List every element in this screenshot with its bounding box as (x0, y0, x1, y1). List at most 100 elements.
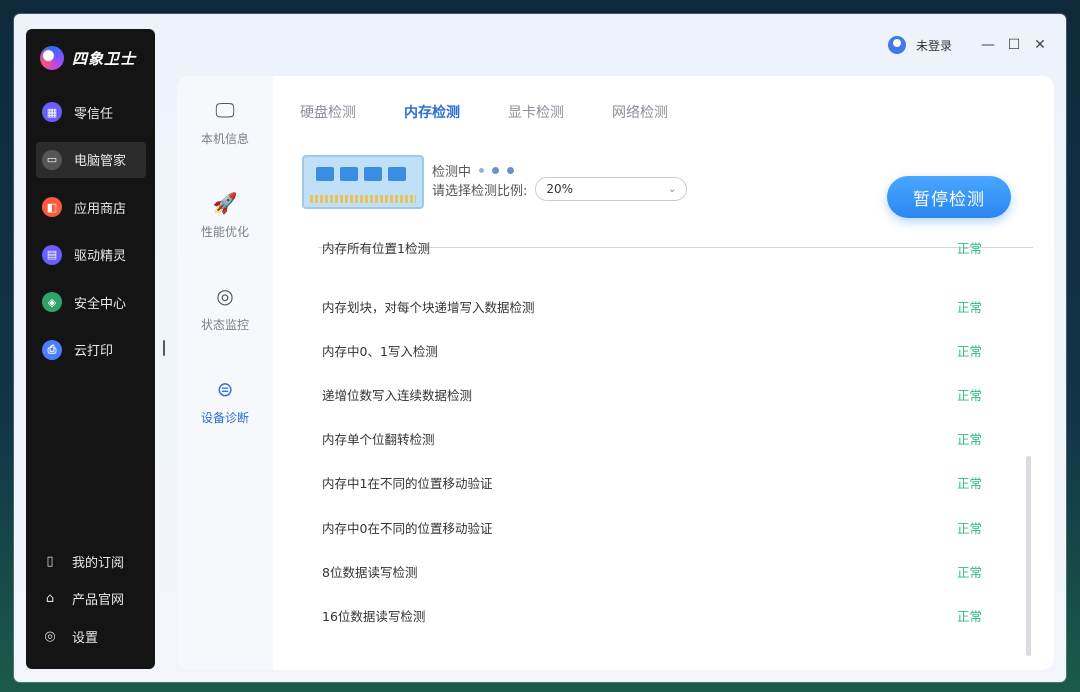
chevron-down-icon: ⌄ (668, 183, 677, 195)
result-name: 内存中1在不同的位置移动验证 (322, 476, 493, 492)
pause-detect-button[interactable]: 暂停检测 (887, 176, 1011, 218)
list-item: 内存中0在不同的位置移动验证 正常 (322, 505, 982, 549)
store-icon: ◧ (42, 197, 62, 217)
title-bar: 未登录 — ☐ ✕ (887, 36, 1048, 54)
list-item: 16位数据读写检测 正常 (322, 593, 982, 637)
logo-icon (40, 46, 64, 70)
result-list: 内存所有位置1检测 正常 内存划块，对每个块递增写入数据检测 正常 内存中0、1… (322, 241, 982, 638)
sidebar: 四象卫士 ▦ 零信任 ▭ 电脑管家 ◧ 应用商店 ▤ 驱动精灵 ◈ 安全中心 ⎙… (26, 29, 155, 669)
ram-chip (388, 167, 406, 181)
app-name: 四象卫士 (72, 49, 137, 68)
ratio-label: 请选择检测比例: (432, 183, 528, 199)
tab-disk[interactable]: 硬盘检测 (300, 102, 356, 122)
subnav-item-diagnose[interactable]: ⊜ 设备诊断 (177, 377, 273, 426)
result-status: 正常 (956, 387, 982, 403)
subscription-label: 我的订阅 (72, 555, 125, 571)
subnav-label: 设备诊断 (200, 411, 249, 425)
loading-dot (492, 167, 500, 174)
subnav-label: 本机信息 (200, 132, 249, 146)
tab-memory[interactable]: 内存检测 (404, 102, 460, 122)
sidebar-splitter[interactable] (163, 340, 165, 356)
list-item: 8位数据读写检测 正常 (322, 549, 982, 593)
monitor-circle-icon: ◎ (216, 284, 234, 308)
sidebar-item-label: 安全中心 (74, 296, 127, 312)
bottom-nav: ▯ 我的订阅 ⌂ 产品官网 ◎ 设置 (42, 543, 124, 656)
result-status: 正常 (956, 343, 982, 359)
result-name: 内存所有位置1检测 (322, 241, 430, 256)
settings-link[interactable]: ◎ 设置 (42, 618, 124, 656)
sidebar-item-label: 应用商店 (74, 201, 127, 217)
result-status: 正常 (956, 299, 982, 315)
printer-icon: ⎙ (42, 339, 62, 360)
sidebar-item-zero-trust[interactable]: ▦ 零信任 (36, 94, 146, 130)
subnav-item-performance[interactable]: 🚀 性能优化 (177, 191, 273, 240)
result-name: 内存划块，对每个块递增写入数据检测 (322, 299, 535, 315)
result-status: 正常 (956, 564, 982, 580)
list-item: 内存划块，对每个块递增写入数据检测 正常 (322, 284, 982, 328)
tab-gpu[interactable]: 显卡检测 (508, 102, 564, 122)
app-logo: 四象卫士 (40, 46, 136, 70)
ram-chip (340, 167, 358, 181)
subnav-label: 状态监控 (200, 318, 249, 332)
close-icon[interactable]: ✕ (1032, 37, 1048, 53)
result-status: 正常 (956, 241, 982, 256)
list-item: 内存中1在不同的位置移动验证 正常 (322, 461, 982, 505)
list-item: 内存所有位置1检测 正常 (322, 240, 982, 257)
monitor-icon: ▭ (42, 149, 62, 170)
website-label: 产品官网 (72, 593, 125, 609)
grid-icon: ▦ (42, 102, 62, 122)
list-scrollbar[interactable] (1026, 456, 1031, 656)
avatar[interactable] (887, 36, 906, 54)
ram-chip (364, 167, 382, 181)
subnav-item-device-info[interactable]: 🖵 本机信息 (177, 98, 273, 147)
minimize-icon[interactable]: — (980, 37, 996, 53)
ram-chip (316, 167, 334, 181)
ratio-select[interactable]: 20% ⌄ (535, 177, 688, 201)
book-icon: ▯ (46, 553, 54, 569)
sidebar-item-label: 驱动精灵 (74, 249, 127, 264)
rocket-icon: 🚀 (212, 191, 238, 215)
login-status[interactable]: 未登录 (916, 37, 952, 54)
driver-icon: ▤ (42, 244, 62, 265)
gear-icon: ◎ (44, 628, 56, 644)
result-status: 正常 (956, 432, 982, 448)
list-item: 递增位数写入连续数据检测 正常 (322, 372, 982, 416)
sub-nav: 🖵 本机信息 🚀 性能优化 ◎ 状态监控 ⊜ 设备诊断 (177, 76, 273, 670)
result-status: 正常 (956, 476, 982, 492)
list-item: 内存中0、1写入检测 正常 (322, 328, 982, 372)
maximize-icon[interactable]: ☐ (1006, 37, 1022, 53)
sidebar-item-app-store[interactable]: ◧ 应用商店 (36, 189, 146, 225)
result-status: 正常 (956, 520, 982, 536)
sidebar-item-driver[interactable]: ▤ 驱动精灵 (36, 237, 146, 273)
ram-illustration (302, 155, 424, 209)
result-name: 16位数据读写检测 (322, 608, 426, 624)
sidebar-item-pc-manager[interactable]: ▭ 电脑管家 (36, 141, 146, 178)
ratio-value: 20% (546, 182, 574, 196)
ram-pins (310, 195, 416, 203)
settings-label: 设置 (72, 630, 99, 646)
detect-tabs: 硬盘检测 内存检测 显卡检测 网络检测 (300, 102, 668, 122)
home-icon: ⌂ (45, 591, 55, 607)
website-link[interactable]: ⌂ 产品官网 (42, 580, 124, 618)
subscription-link[interactable]: ▯ 我的订阅 (42, 543, 124, 581)
result-name: 内存单个位翻转检测 (322, 432, 435, 448)
subnav-item-monitor[interactable]: ◎ 状态监控 (177, 284, 273, 333)
shield-icon: ◈ (42, 292, 62, 312)
result-name: 内存中0、1写入检测 (322, 343, 438, 359)
result-name: 8位数据读写检测 (322, 564, 418, 580)
tab-network[interactable]: 网络检测 (612, 102, 668, 122)
result-name: 内存中0在不同的位置移动验证 (322, 520, 493, 536)
sidebar-item-label: 零信任 (74, 106, 114, 122)
sidebar-item-security[interactable]: ◈ 安全中心 (36, 284, 146, 320)
result-name: 递增位数写入连续数据检测 (322, 387, 473, 403)
list-item: 内存单个位翻转检测 正常 (322, 417, 982, 461)
sidebar-item-cloud-print[interactable]: ⎙ 云打印 (36, 332, 146, 368)
app-window: 四象卫士 ▦ 零信任 ▭ 电脑管家 ◧ 应用商店 ▤ 驱动精灵 ◈ 安全中心 ⎙… (14, 14, 1066, 682)
loading-dot (479, 168, 485, 173)
loading-dot (507, 167, 515, 174)
diagnose-icon: ⊜ (216, 377, 234, 401)
sidebar-item-label: 电脑管家 (74, 154, 127, 169)
sidebar-item-label: 云打印 (74, 344, 114, 359)
main-panel: 🖵 本机信息 🚀 性能优化 ◎ 状态监控 ⊜ 设备诊断 硬盘检测 内存检测 显卡… (177, 76, 1054, 670)
main-nav: ▦ 零信任 ▭ 电脑管家 ◧ 应用商店 ▤ 驱动精灵 ◈ 安全中心 ⎙ 云打印 (36, 94, 146, 379)
